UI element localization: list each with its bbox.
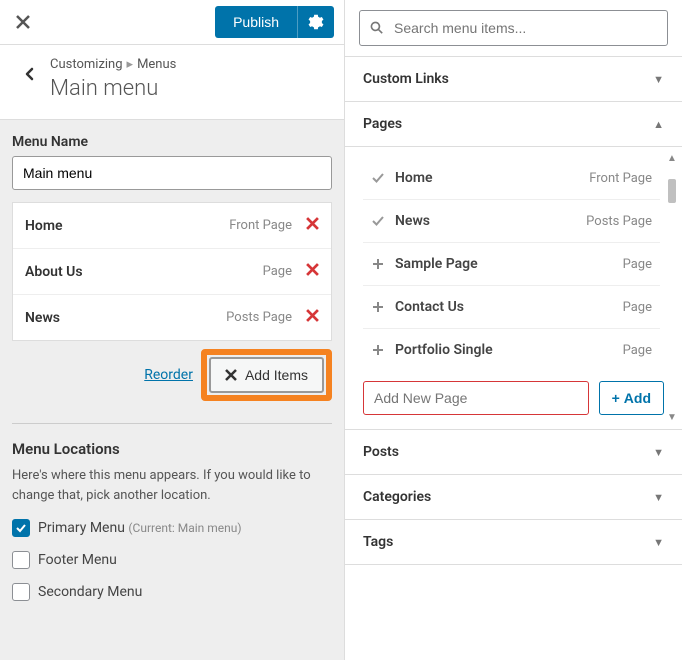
check-icon: [371, 214, 385, 228]
page-row[interactable]: Contact Us Page: [363, 286, 660, 329]
menu-item-type: Page: [263, 264, 292, 279]
accordion-pages[interactable]: Pages ▲: [345, 102, 682, 147]
scrollbar[interactable]: ▲ ▼: [666, 153, 678, 423]
breadcrumb: Customizing▸Menus: [50, 57, 334, 72]
remove-item-button[interactable]: [306, 263, 319, 280]
accordion-categories[interactable]: Categories ▼: [345, 475, 682, 520]
chevron-up-icon: ▲: [653, 118, 664, 131]
chevron-down-icon: ▼: [653, 73, 664, 86]
page-type-label: Page: [623, 343, 652, 358]
location-label: Footer Menu: [38, 552, 117, 568]
publish-settings-button[interactable]: [297, 6, 334, 38]
page-title-label: Home: [395, 170, 433, 186]
location-checkbox-row[interactable]: Secondary Menu: [12, 583, 332, 601]
search-icon: [369, 20, 385, 36]
menu-locations-title: Menu Locations: [12, 440, 332, 458]
menu-name-label: Menu Name: [12, 134, 332, 150]
chevron-down-icon: ▼: [653, 536, 664, 549]
publish-button[interactable]: Publish: [215, 6, 297, 38]
menu-item-title: About Us: [25, 264, 83, 280]
reorder-link[interactable]: Reorder: [144, 367, 193, 383]
plus-icon: [371, 257, 385, 271]
add-items-button[interactable]: Add Items: [209, 357, 324, 393]
checkbox[interactable]: [12, 551, 30, 569]
chevron-down-icon: ▼: [653, 446, 664, 459]
location-label: Secondary Menu: [38, 584, 142, 600]
remove-item-button[interactable]: [306, 217, 319, 234]
location-checkbox-row[interactable]: Footer Menu: [12, 551, 332, 569]
checkbox[interactable]: [12, 583, 30, 601]
add-new-page-input[interactable]: [363, 381, 589, 415]
search-input[interactable]: [359, 10, 668, 46]
page-row[interactable]: Portfolio Single Page: [363, 329, 660, 371]
checkbox[interactable]: [12, 519, 30, 537]
plus-icon: [371, 300, 385, 314]
page-type-label: Page: [623, 257, 652, 272]
add-page-button[interactable]: + Add: [599, 381, 664, 415]
menu-item[interactable]: News Posts Page: [13, 295, 331, 340]
page-type-label: Posts Page: [586, 214, 652, 229]
back-button[interactable]: [10, 57, 50, 81]
menu-item-title: Home: [25, 218, 63, 234]
page-title-label: Portfolio Single: [395, 342, 493, 358]
plus-icon: +: [612, 390, 620, 406]
page-title-label: Sample Page: [395, 256, 478, 272]
menu-locations-desc: Here's where this menu appears. If you w…: [12, 466, 332, 505]
chevron-down-icon: ▼: [653, 491, 664, 504]
page-title-label: Contact Us: [395, 299, 464, 315]
page-type-label: Front Page: [589, 171, 652, 186]
close-icon: [225, 369, 237, 381]
menu-item[interactable]: About Us Page: [13, 249, 331, 295]
accordion-custom-links[interactable]: Custom Links ▼: [345, 57, 682, 102]
accordion-tags[interactable]: Tags ▼: [345, 520, 682, 565]
accordion-posts[interactable]: Posts ▼: [345, 430, 682, 475]
location-checkbox-row[interactable]: Primary Menu (Current: Main menu): [12, 519, 332, 537]
page-row[interactable]: Home Front Page: [363, 157, 660, 200]
check-icon: [371, 171, 385, 185]
gear-icon: [308, 14, 324, 30]
page-title: Main menu: [50, 76, 334, 101]
menu-item[interactable]: Home Front Page: [13, 203, 331, 249]
menu-item-title: News: [25, 310, 60, 326]
page-title-label: News: [395, 213, 430, 229]
remove-item-button[interactable]: [306, 309, 319, 326]
location-label: Primary Menu (Current: Main menu): [38, 520, 242, 536]
page-row[interactable]: Sample Page Page: [363, 243, 660, 286]
menu-name-input[interactable]: [12, 156, 332, 190]
page-row[interactable]: News Posts Page: [363, 200, 660, 243]
menu-item-type: Posts Page: [226, 310, 292, 325]
page-type-label: Page: [623, 300, 652, 315]
close-button[interactable]: [0, 0, 45, 45]
plus-icon: [371, 343, 385, 357]
menu-item-type: Front Page: [229, 218, 292, 233]
